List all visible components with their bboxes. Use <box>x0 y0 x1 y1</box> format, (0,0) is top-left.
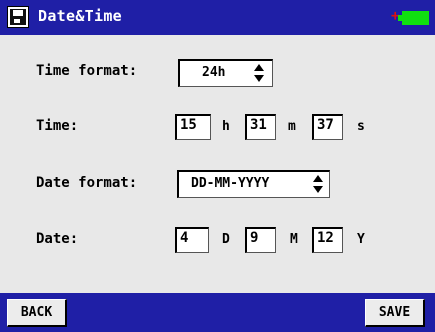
date-format-spinner[interactable]: DD-MM-YYYY <box>177 170 330 198</box>
date-format-value: DD-MM-YYYY <box>191 176 270 191</box>
date-format-label: Date format: <box>36 175 138 191</box>
time-format-value: 24h <box>202 65 226 80</box>
battery-icon <box>402 11 429 25</box>
hours-value: 15 <box>180 117 197 133</box>
month-unit: M <box>290 232 298 247</box>
arrow-down-icon[interactable] <box>254 75 264 82</box>
bottom-bar: BACK SAVE <box>0 293 435 332</box>
year-unit: Y <box>357 232 365 247</box>
seconds-unit: s <box>357 119 365 134</box>
arrow-down-icon[interactable] <box>313 186 323 193</box>
back-button[interactable]: BACK <box>7 299 67 327</box>
month-value: 9 <box>250 230 259 246</box>
day-field[interactable]: 4 <box>175 227 209 253</box>
up-down-arrows-icon[interactable] <box>254 64 264 82</box>
minutes-value: 31 <box>250 117 267 133</box>
up-down-arrows-icon[interactable] <box>313 175 323 193</box>
title-bar: Date&Time + <box>0 0 435 35</box>
save-button[interactable]: SAVE <box>365 299 425 327</box>
arrow-up-icon[interactable] <box>254 64 264 71</box>
day-unit: D <box>222 232 230 247</box>
time-format-spinner[interactable]: 24h <box>178 59 273 87</box>
seconds-field[interactable]: 37 <box>312 114 343 140</box>
seconds-value: 37 <box>317 117 334 133</box>
hours-field[interactable]: 15 <box>175 114 211 140</box>
year-value: 12 <box>317 230 334 246</box>
month-field[interactable]: 9 <box>245 227 276 253</box>
floppy-disk-icon <box>7 6 29 28</box>
time-label: Time: <box>36 118 79 134</box>
hours-unit: h <box>222 119 230 134</box>
day-value: 4 <box>180 230 189 246</box>
year-field[interactable]: 12 <box>312 227 343 253</box>
screen: Date&Time + Time format: 24h Time: 15 h … <box>0 0 435 332</box>
minutes-unit: m <box>288 119 296 134</box>
minutes-field[interactable]: 31 <box>245 114 276 140</box>
arrow-up-icon[interactable] <box>313 175 323 182</box>
window-title: Date&Time <box>38 7 122 25</box>
time-format-label: Time format: <box>36 63 138 79</box>
date-label: Date: <box>36 231 79 247</box>
